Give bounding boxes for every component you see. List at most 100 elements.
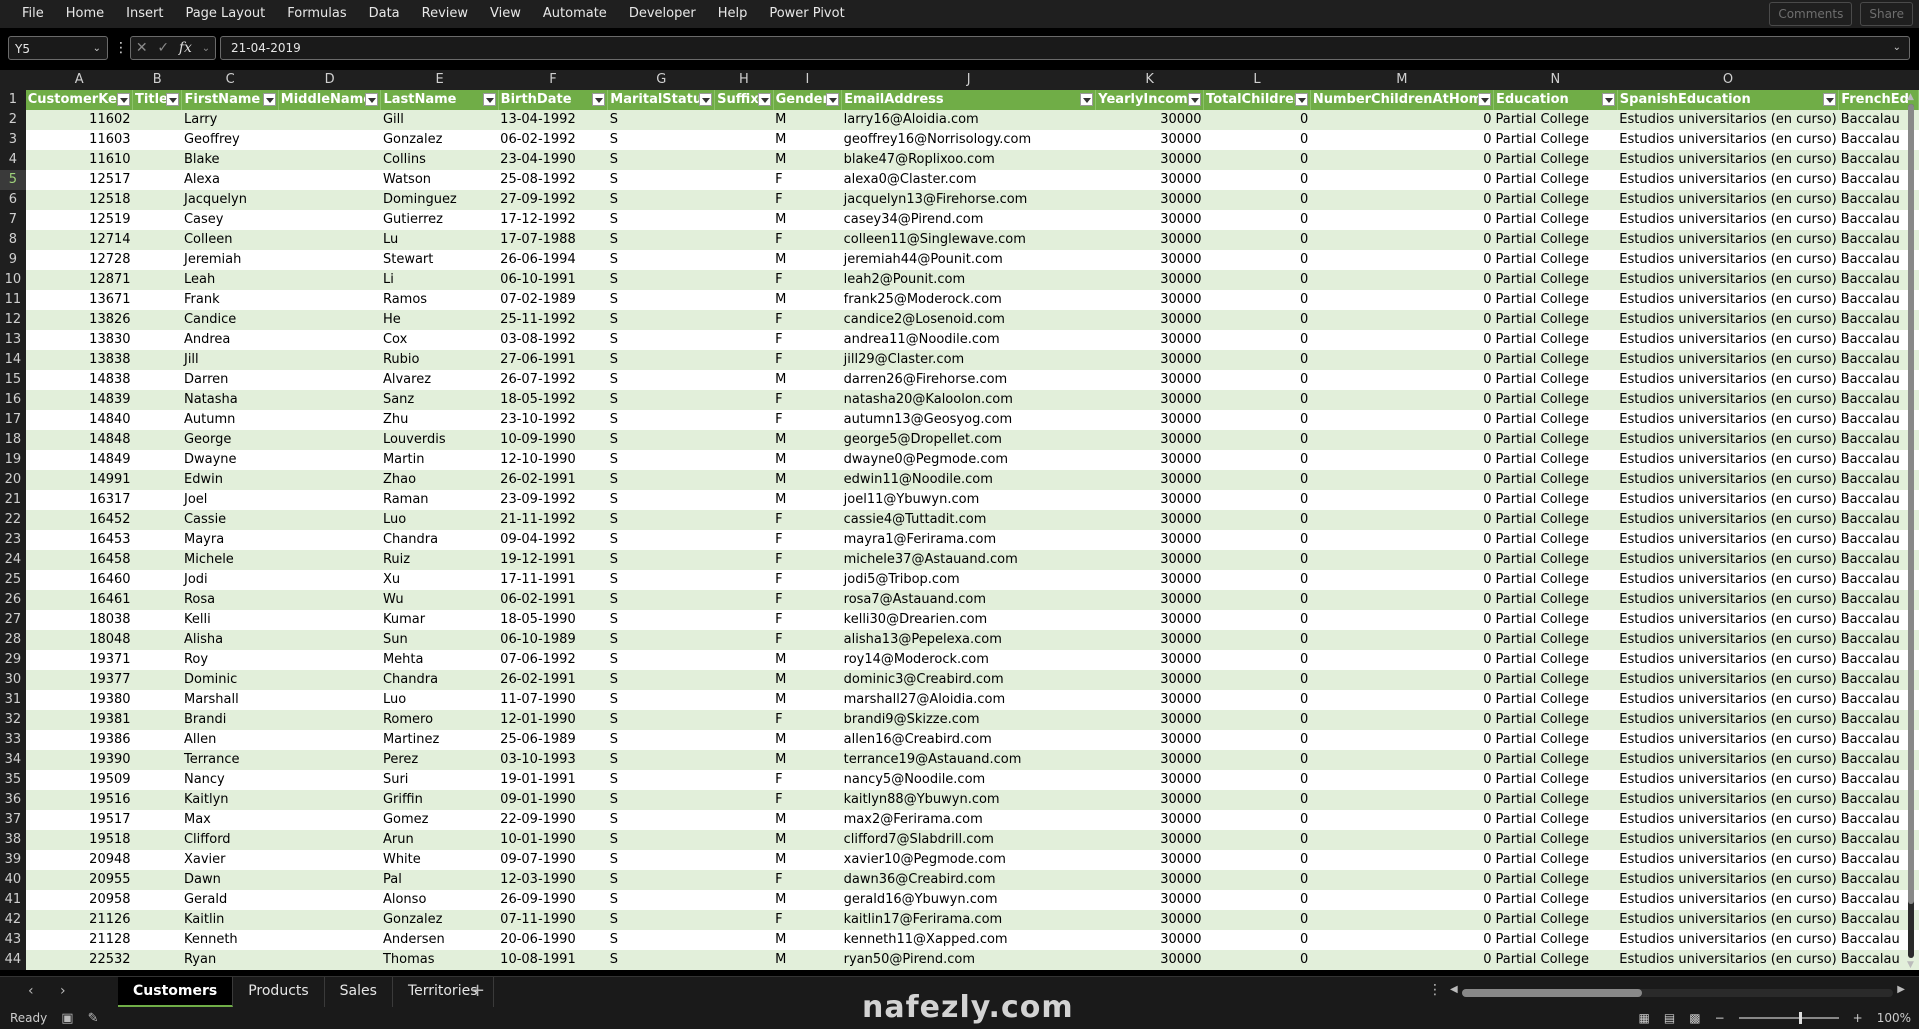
table-cell[interactable]: S bbox=[607, 710, 715, 730]
table-cell[interactable] bbox=[132, 950, 182, 970]
table-cell[interactable]: 19371 bbox=[25, 650, 133, 670]
normal-view-icon[interactable]: ▦ bbox=[1639, 1011, 1650, 1025]
cancel-icon[interactable]: ✕ bbox=[136, 40, 148, 56]
table-cell[interactable] bbox=[278, 950, 381, 970]
table-cell[interactable]: Romero bbox=[380, 710, 499, 730]
table-cell[interactable] bbox=[278, 750, 381, 770]
row-header[interactable]: 26 bbox=[0, 590, 26, 610]
table-cell[interactable]: Partial College bbox=[1493, 710, 1618, 730]
table-cell[interactable]: 0 bbox=[1310, 630, 1494, 650]
table-cell[interactable]: 30000 bbox=[1095, 310, 1204, 330]
table-cell[interactable]: 0 bbox=[1310, 910, 1494, 930]
table-cell[interactable]: Estudios universitarios (en curso) bbox=[1617, 110, 1839, 130]
table-cell[interactable]: Luo bbox=[380, 690, 499, 710]
sheet-tab-sales[interactable]: Sales bbox=[325, 977, 393, 1007]
table-cell[interactable] bbox=[132, 530, 182, 550]
table-cell[interactable] bbox=[278, 310, 381, 330]
table-cell[interactable]: 13671 bbox=[25, 290, 133, 310]
comments-button[interactable]: Comments bbox=[1769, 2, 1853, 26]
table-cell[interactable]: Partial College bbox=[1493, 190, 1618, 210]
column-header[interactable]: N bbox=[1493, 70, 1618, 90]
table-cell[interactable] bbox=[132, 590, 182, 610]
row-header[interactable]: 44 bbox=[0, 950, 26, 970]
more-options-icon[interactable]: ⋮ bbox=[1428, 982, 1442, 998]
macro-record-icon[interactable]: ▣ bbox=[61, 1011, 73, 1026]
table-cell[interactable]: Estudios universitarios (en curso) bbox=[1617, 630, 1839, 650]
table-cell[interactable]: Estudios universitarios (en curso) bbox=[1617, 790, 1839, 810]
add-sheet-icon[interactable]: + bbox=[470, 980, 485, 1001]
formula-input[interactable]: 21-04-2019 ⌄ bbox=[220, 36, 1910, 60]
table-cell[interactable]: alexa0@Claster.com bbox=[841, 170, 1096, 190]
enter-check-icon[interactable]: ✓ bbox=[157, 40, 169, 56]
table-cell[interactable]: S bbox=[607, 930, 715, 950]
table-cell[interactable]: Estudios universitarios (en curso) bbox=[1617, 490, 1839, 510]
table-cell[interactable]: 0 bbox=[1203, 370, 1311, 390]
table-cell[interactable]: Cox bbox=[380, 330, 499, 350]
row-header[interactable]: 19 bbox=[0, 450, 26, 470]
table-cell[interactable]: 26-02-1991 bbox=[498, 670, 608, 690]
table-cell[interactable]: 30000 bbox=[1095, 650, 1204, 670]
table-cell[interactable]: 18048 bbox=[25, 630, 133, 650]
header-cell[interactable]: Education bbox=[1493, 90, 1618, 110]
row-header[interactable]: 43 bbox=[0, 930, 26, 950]
table-cell[interactable]: 0 bbox=[1310, 390, 1494, 410]
table-cell[interactable]: F bbox=[773, 510, 842, 530]
table-cell[interactable] bbox=[132, 190, 182, 210]
table-cell[interactable]: 0 bbox=[1310, 130, 1494, 150]
table-cell[interactable]: 14848 bbox=[25, 430, 133, 450]
table-cell[interactable]: Partial College bbox=[1493, 850, 1618, 870]
table-cell[interactable]: 16460 bbox=[25, 570, 133, 590]
vertical-scrollbar[interactable]: ▲ ▼ bbox=[1905, 92, 1917, 970]
table-cell[interactable]: 03-08-1992 bbox=[498, 330, 608, 350]
table-cell[interactable]: M bbox=[773, 490, 842, 510]
table-cell[interactable]: 0 bbox=[1203, 570, 1311, 590]
table-cell[interactable]: 30000 bbox=[1095, 830, 1204, 850]
table-cell[interactable]: Partial College bbox=[1493, 490, 1618, 510]
menu-help[interactable]: Help bbox=[707, 0, 759, 28]
table-cell[interactable]: kaitlin17@Ferirama.com bbox=[841, 910, 1096, 930]
table-cell[interactable]: Wu bbox=[380, 590, 499, 610]
table-cell[interactable]: 19516 bbox=[25, 790, 133, 810]
table-cell[interactable]: cassie4@Tuttadit.com bbox=[841, 510, 1096, 530]
table-cell[interactable]: M bbox=[773, 210, 842, 230]
filter-dropdown-icon[interactable] bbox=[1601, 93, 1615, 106]
table-cell[interactable]: Partial College bbox=[1493, 470, 1618, 490]
table-cell[interactable] bbox=[278, 430, 381, 450]
table-cell[interactable]: S bbox=[607, 690, 715, 710]
table-cell[interactable]: 0 bbox=[1203, 310, 1311, 330]
table-cell[interactable]: Partial College bbox=[1493, 410, 1618, 430]
table-cell[interactable] bbox=[714, 870, 774, 890]
table-cell[interactable]: Brandi bbox=[181, 710, 279, 730]
spreadsheet-grid[interactable]: ABCDEFGHIJKLMNO 1 CustomerKey Title FirstNa… bbox=[0, 70, 1919, 973]
table-cell[interactable]: 0 bbox=[1310, 550, 1494, 570]
header-cell[interactable]: MaritalStatus bbox=[607, 90, 716, 110]
table-cell[interactable] bbox=[714, 390, 774, 410]
table-cell[interactable]: andrea11@Noodile.com bbox=[841, 330, 1096, 350]
table-cell[interactable]: M bbox=[773, 150, 842, 170]
table-cell[interactable]: M bbox=[773, 110, 842, 130]
header-cell[interactable]: Title bbox=[132, 90, 183, 110]
table-cell[interactable]: 20-06-1990 bbox=[498, 930, 608, 950]
table-cell[interactable]: 25-06-1989 bbox=[498, 730, 608, 750]
table-cell[interactable]: S bbox=[607, 230, 715, 250]
table-cell[interactable]: 30000 bbox=[1095, 170, 1204, 190]
row-header[interactable]: 14 bbox=[0, 350, 26, 370]
more-options-icon[interactable]: ⋮ bbox=[114, 40, 128, 56]
table-cell[interactable]: 22-09-1990 bbox=[498, 810, 608, 830]
table-cell[interactable]: 0 bbox=[1310, 530, 1494, 550]
table-cell[interactable] bbox=[132, 830, 182, 850]
table-cell[interactable] bbox=[714, 750, 774, 770]
table-cell[interactable]: Partial College bbox=[1493, 610, 1618, 630]
menu-formulas[interactable]: Formulas bbox=[276, 0, 357, 28]
table-cell[interactable]: Estudios universitarios (en curso) bbox=[1617, 430, 1839, 450]
table-cell[interactable]: 12-01-1990 bbox=[498, 710, 608, 730]
table-cell[interactable]: 0 bbox=[1203, 650, 1311, 670]
table-cell[interactable]: 30000 bbox=[1095, 190, 1204, 210]
table-cell[interactable]: M bbox=[773, 950, 842, 970]
table-cell[interactable]: 0 bbox=[1310, 210, 1494, 230]
table-cell[interactable]: 23-10-1992 bbox=[498, 410, 608, 430]
table-cell[interactable]: 26-06-1994 bbox=[498, 250, 608, 270]
column-header[interactable]: C bbox=[181, 70, 279, 90]
table-cell[interactable]: M bbox=[773, 750, 842, 770]
table-cell[interactable] bbox=[132, 370, 182, 390]
